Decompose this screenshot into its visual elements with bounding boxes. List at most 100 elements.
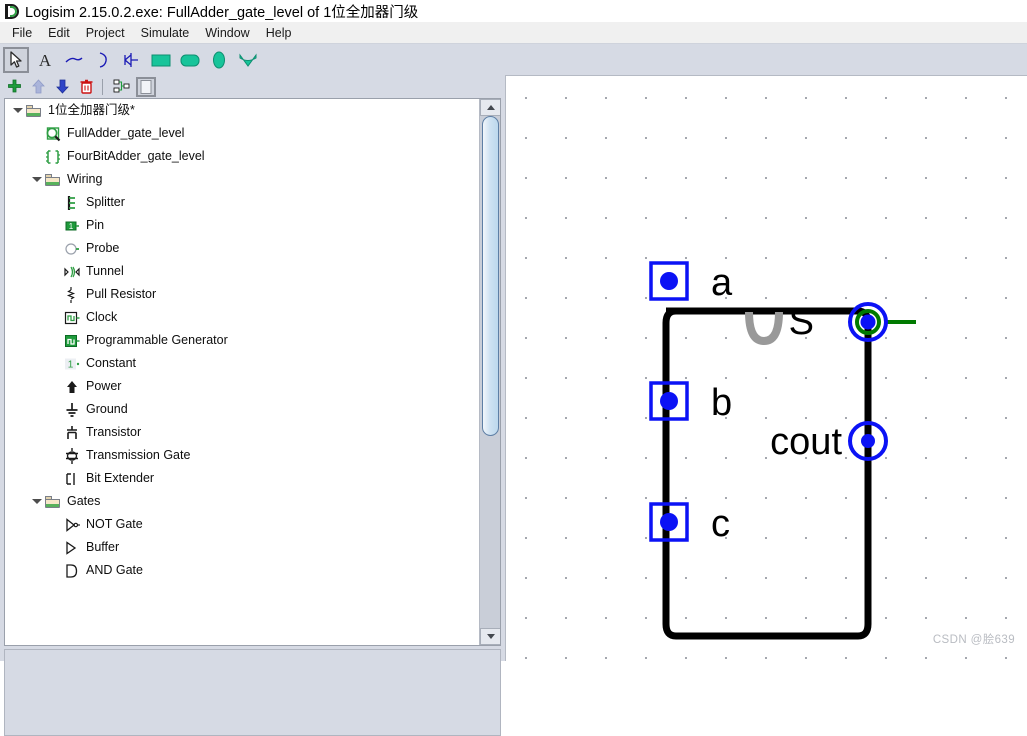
pin-label-c: c [711,503,730,545]
text-tool-button[interactable]: A [32,47,58,73]
menu-simulate[interactable]: Simulate [133,24,198,42]
tree-item-label: Pull Resistor [86,287,157,302]
attribute-panel[interactable] [4,649,501,736]
add-circuit-button[interactable] [4,77,24,97]
menu-help[interactable]: Help [258,24,300,42]
probe-oval-icon [213,51,225,69]
trash-icon [80,79,92,94]
page-icon [140,79,152,94]
output-pin-tool-button[interactable] [177,47,203,73]
circuit-canvas[interactable]: a b c S cout CSDN @脍639 [505,75,1027,661]
tree-item-transistor[interactable]: Transistor [5,421,479,444]
buffer-icon [63,539,81,557]
tree-item-pull-resistor[interactable]: Pull Resistor [5,283,479,306]
tunnel-icon [63,263,81,281]
move-down-button[interactable] [52,77,72,97]
tree-item-fourbitadder-gate-level[interactable]: FourBitAdder_gate_level [5,145,479,168]
arrow-cursor-icon [9,51,22,68]
menu-window[interactable]: Window [197,24,257,42]
transistor-icon [63,424,81,442]
not-gate-tool-button[interactable] [90,47,116,73]
tree-item-programmable-generator[interactable]: Programmable Generator [5,329,479,352]
logisim-icon [4,3,21,20]
pin-rounded-icon [180,54,200,67]
tree-item-wiring[interactable]: Wiring [5,168,479,191]
tree-item-tunnel[interactable]: Tunnel [5,260,479,283]
view-simulation-button[interactable] [136,76,156,97]
tree-item-clock[interactable]: Clock [5,306,479,329]
pin-label-b: b [711,382,732,424]
tree-item-probe[interactable]: Probe [5,237,479,260]
menu-project[interactable]: Project [78,24,133,42]
transmission-gate-icon [63,447,81,465]
scrollbar-track[interactable] [480,116,500,628]
chevron-down-icon[interactable] [30,173,44,187]
wire-tool-button[interactable] [61,47,87,73]
tree-item-gates[interactable]: Gates [5,490,479,513]
svg-text:1: 1 [69,222,74,231]
tree-item-constant[interactable]: 1 Constant [5,352,479,375]
pin-label-cout: cout [770,421,842,463]
tree-item-not-gate[interactable]: NOT Gate [5,513,479,536]
arrow-up-icon [31,79,45,94]
tree-item-ground[interactable]: Ground [5,398,479,421]
explorer-panel: 1位全加器门级* FullAdder_gate_level FourBitAdder… [0,75,505,736]
tree-item-label: Bit Extender [86,471,155,486]
move-up-button[interactable] [28,77,48,97]
tree-scrollbar[interactable] [479,99,500,645]
scroll-up-button[interactable] [480,99,500,116]
pin-icon: 1 [63,217,81,235]
delete-circuit-button[interactable] [76,77,96,97]
wire-icon [65,57,83,63]
ground-icon [63,401,81,419]
tree-item-pin[interactable]: 1 Pin [5,214,479,237]
menu-bar: File Edit Project Simulate Window Help [0,22,1027,44]
tree-item-and-gate[interactable]: AND Gate [5,559,479,582]
tree-item-buffer[interactable]: Buffer [5,536,479,559]
tree-item-label: Pin [86,218,105,233]
chevron-down-icon[interactable] [11,104,25,118]
tree-item-splitter[interactable]: Splitter [5,191,479,214]
tree-item-label: Transmission Gate [86,448,191,463]
folder-icon [44,493,62,511]
scroll-down-button[interactable] [480,628,500,645]
pin-label-s: S [789,301,814,343]
title-bar: Logisim 2.15.0.2.exe: FullAdder_gate_lev… [0,0,1027,22]
or-gate-tool-button[interactable] [235,47,261,73]
or-gate-icon [239,53,257,67]
tree-item-label: AND Gate [86,563,143,578]
power-icon [63,378,81,396]
project-tree[interactable]: 1位全加器门级* FullAdder_gate_level FourBitAdder… [5,99,479,645]
text-a-icon: A [39,51,52,70]
tree-item-power[interactable]: Power [5,375,479,398]
probe-icon [63,240,81,258]
view-toolbar-button[interactable] [112,77,132,97]
scrollbar-thumb[interactable] [482,116,499,436]
tree-item-bit-extender[interactable]: Bit Extender [5,467,479,490]
circuit-body [662,307,872,640]
splitter-icon [63,194,81,212]
probe-tool-button[interactable] [206,47,232,73]
constant-icon: 1 [63,355,81,373]
tree-item-1[interactable]: 1位全加器门级* [5,99,479,122]
chevron-down-icon [486,634,495,639]
chevron-down-icon[interactable] [30,495,44,509]
menu-edit[interactable]: Edit [40,24,78,42]
input-pin-tool-button[interactable] [148,47,174,73]
menu-file[interactable]: File [4,24,40,42]
select-tool-button[interactable] [3,47,29,73]
tree-item-transmission-gate[interactable]: Transmission Gate [5,444,479,467]
tree-item-fulladder-gate-level[interactable]: FullAdder_gate_level [5,122,479,145]
arrow-down-icon [55,79,69,94]
and-gate-tool-button[interactable] [119,47,145,73]
tree-item-label: Tunnel [86,264,124,279]
